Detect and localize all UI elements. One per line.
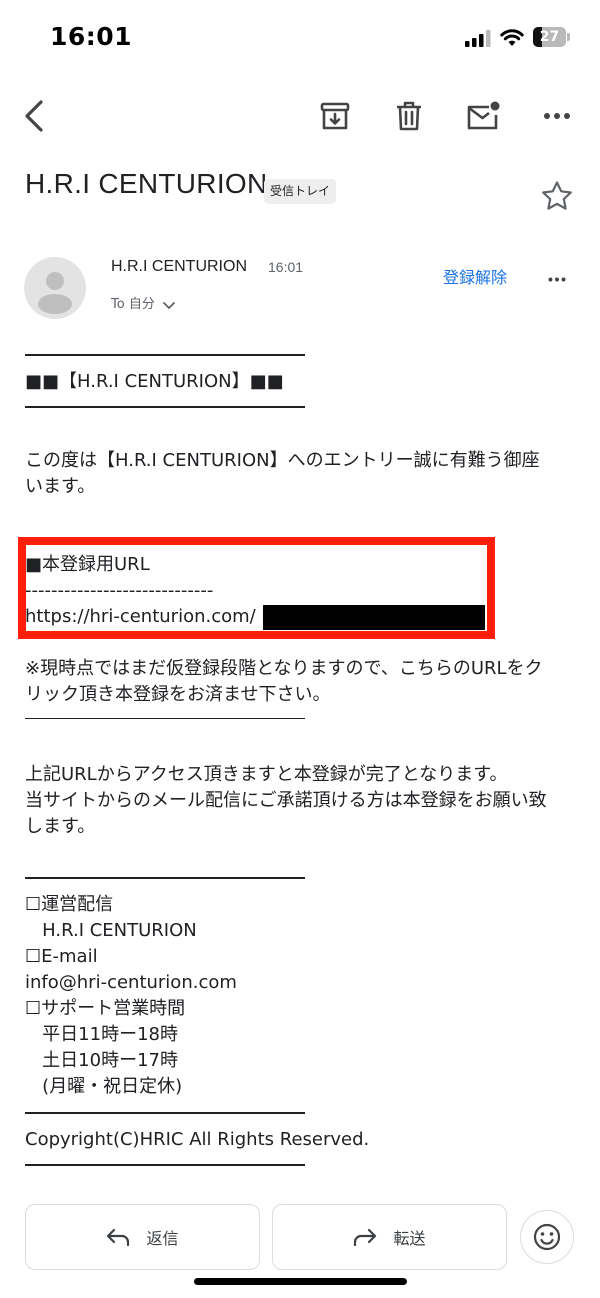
divider bbox=[25, 1164, 305, 1166]
url-dashes: ----------------------------- bbox=[25, 580, 214, 601]
reply-icon bbox=[107, 1228, 130, 1246]
divider bbox=[25, 718, 305, 719]
person-icon bbox=[38, 272, 72, 314]
archive-button[interactable] bbox=[315, 96, 355, 136]
wifi-icon bbox=[500, 29, 524, 46]
body-intro: この度は【H.R.I CENTURION】へのエントリー誠に有難う御座 います。 bbox=[25, 450, 540, 497]
smiley-icon bbox=[533, 1223, 561, 1251]
star-icon[interactable] bbox=[540, 180, 574, 212]
trash-icon bbox=[397, 101, 421, 131]
forward-icon bbox=[354, 1228, 377, 1246]
divider bbox=[25, 1112, 305, 1114]
forward-label: 転送 bbox=[393, 1229, 426, 1248]
divider bbox=[25, 406, 305, 408]
registration-url-link[interactable]: https://hri-centurion.com/ bbox=[25, 604, 256, 630]
delete-button[interactable] bbox=[389, 96, 429, 136]
back-button[interactable] bbox=[14, 96, 54, 136]
battery-level: 27 bbox=[539, 29, 560, 45]
status-time: 16:01 bbox=[50, 22, 133, 51]
recipient-label: To 自分 bbox=[111, 297, 155, 312]
avatar[interactable] bbox=[24, 257, 86, 319]
status-bar: 16:01 27 bbox=[0, 0, 600, 70]
archive-icon bbox=[320, 102, 350, 130]
url-heading: ■本登録用URL bbox=[25, 554, 150, 575]
emoji-reaction-button[interactable] bbox=[520, 1210, 574, 1264]
reply-label: 返信 bbox=[146, 1229, 179, 1248]
mark-unread-button[interactable] bbox=[463, 96, 503, 136]
more-horizontal-icon[interactable] bbox=[540, 262, 574, 288]
forward-button[interactable]: 転送 bbox=[272, 1204, 507, 1270]
email-subject: H.R.I CENTURION bbox=[25, 168, 268, 199]
chevron-down-icon bbox=[162, 301, 175, 309]
chevron-left-icon bbox=[25, 100, 43, 132]
reply-button[interactable]: 返信 bbox=[25, 1204, 260, 1270]
body-header-line: ■■【H.R.I CENTURION】■■ bbox=[25, 371, 284, 392]
more-horizontal-icon bbox=[544, 113, 570, 119]
sent-time: 16:01 bbox=[268, 259, 304, 275]
home-indicator[interactable] bbox=[194, 1278, 407, 1285]
divider bbox=[25, 877, 305, 879]
body-contact: ☐運営配信 H.R.I CENTURION ☐E-mail info@hri-c… bbox=[25, 894, 237, 1097]
battery-icon: 27 bbox=[533, 27, 571, 47]
sender-name: H.R.I CENTURION bbox=[111, 258, 247, 275]
cellular-signal-icon bbox=[465, 30, 491, 47]
redacted-url-token bbox=[263, 605, 485, 630]
unsubscribe-link[interactable]: 登録解除 bbox=[443, 264, 507, 288]
divider bbox=[25, 354, 305, 356]
body-completion: 上記URLからアクセス頂きますと本登録が完了となります。 当サイトからのメール配… bbox=[25, 764, 547, 837]
body-copyright: Copyright(C)HRIC All Rights Reserved. bbox=[25, 1129, 370, 1150]
recipient-toggle[interactable]: To 自分 bbox=[111, 293, 175, 312]
body-notice: ※現時点ではまだ仮登録段階となりますので、こちらのURLをク リック頂き本登録を… bbox=[25, 658, 543, 705]
mail-unread-icon bbox=[467, 101, 500, 130]
more-options-button[interactable] bbox=[537, 96, 577, 136]
inbox-label-chip[interactable]: 受信トレイ bbox=[264, 179, 337, 204]
